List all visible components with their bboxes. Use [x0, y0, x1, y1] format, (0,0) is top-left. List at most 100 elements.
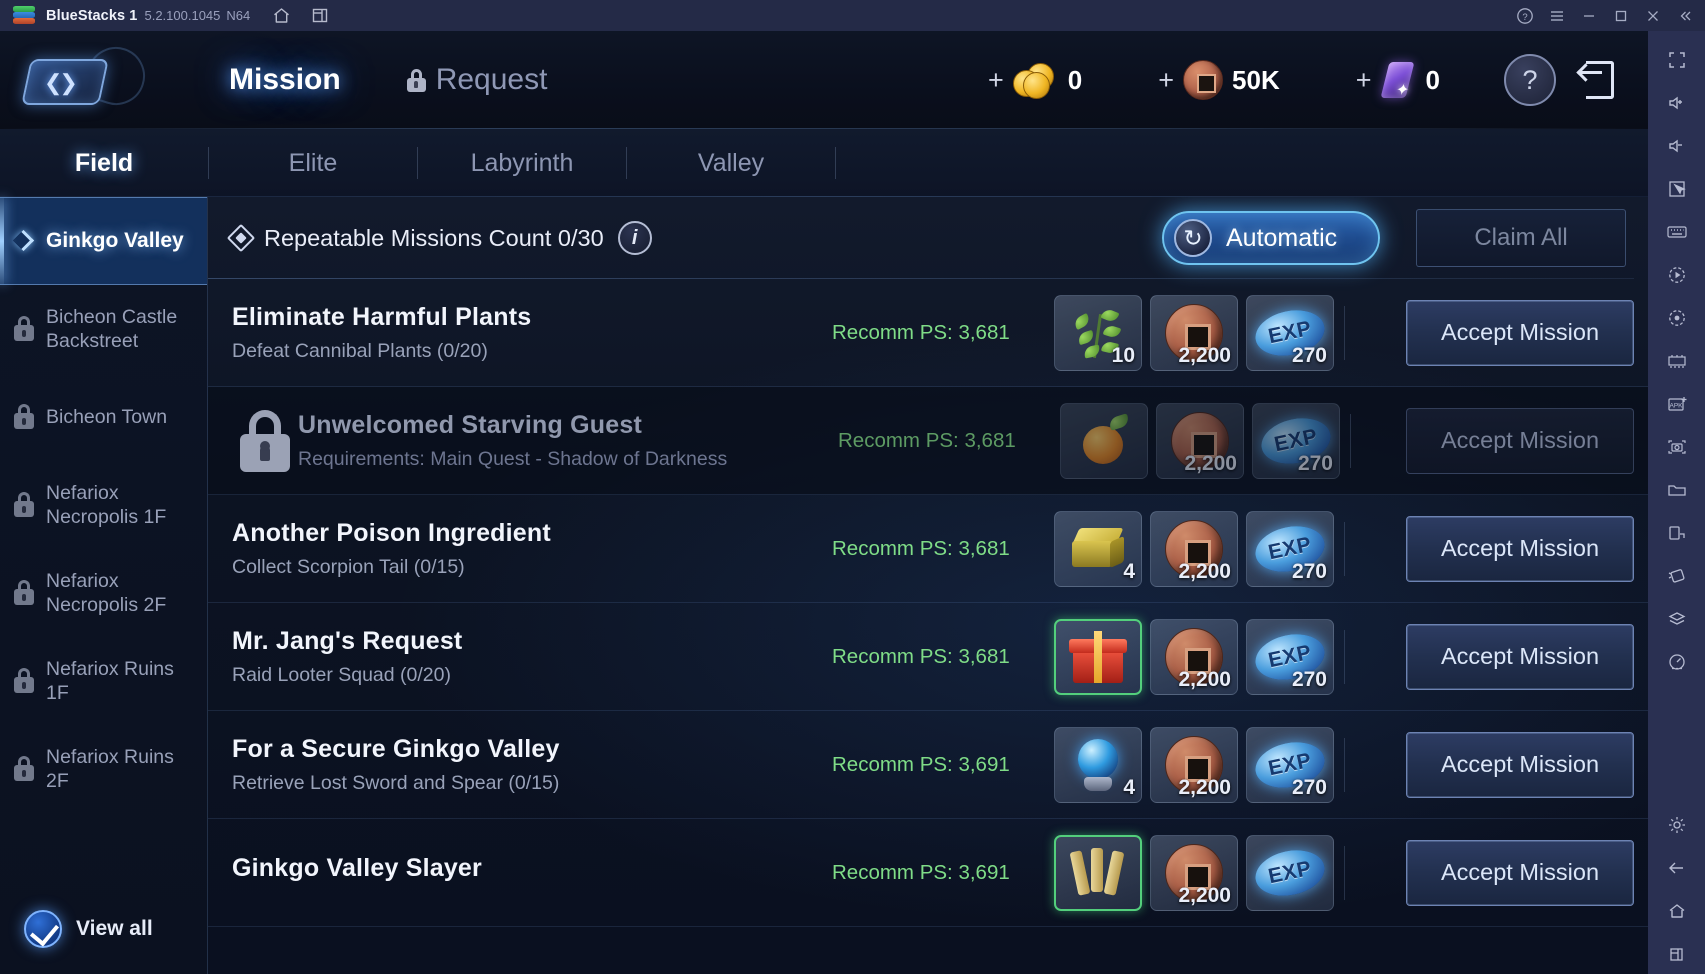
- subtab-labyrinth[interactable]: Labyrinth: [418, 149, 626, 178]
- reward-item[interactable]: 2,200: [1150, 834, 1238, 911]
- collapse-icon[interactable]: [1669, 0, 1701, 31]
- shake-icon[interactable]: [1657, 556, 1697, 596]
- mission-objective: Retrieve Lost Sword and Spear (0/15): [232, 771, 560, 794]
- rotate-screen-icon[interactable]: [1657, 513, 1697, 553]
- mission-rewards: 2,200 EXP 270: [1054, 618, 1334, 695]
- mission-title: Unwelcomed Starving Guest: [298, 410, 642, 439]
- layers-icon[interactable]: [1657, 599, 1697, 639]
- gauge-icon[interactable]: [1657, 642, 1697, 682]
- mission-row[interactable]: Ginkgo Valley Slayer Recomm PS: 3,691 2,…: [208, 819, 1648, 927]
- mission-list-header: Repeatable Missions Count 0/30 i ↻ Autom…: [208, 197, 1648, 279]
- mission-info: Unwelcomed Starving Guest Requirements: …: [298, 411, 838, 471]
- sidebar-item-bicheon-castle-backstreet[interactable]: Bicheon Castle Backstreet: [0, 285, 207, 373]
- reward-count: 10: [1111, 343, 1135, 367]
- tab-request[interactable]: Request: [393, 57, 562, 103]
- accept-mission-button[interactable]: Accept Mission: [1406, 515, 1634, 582]
- accept-mission-button[interactable]: Accept Mission: [1406, 731, 1634, 798]
- reward-item[interactable]: [1054, 834, 1142, 911]
- reward-item[interactable]: [1054, 618, 1142, 695]
- help-button-label: ?: [1522, 64, 1538, 95]
- reward-item[interactable]: EXP: [1246, 834, 1334, 911]
- home-icon[interactable]: [1657, 891, 1697, 931]
- currency-copper[interactable]: + 50K: [1158, 60, 1280, 100]
- info-icon[interactable]: i: [617, 221, 652, 255]
- reward-item[interactable]: EXP 270: [1246, 618, 1334, 695]
- reward-item[interactable]: 4: [1054, 510, 1142, 587]
- media-folder-icon[interactable]: [1657, 470, 1697, 510]
- screenshot-icon[interactable]: [1657, 427, 1697, 467]
- minimize-icon[interactable]: [1573, 0, 1605, 31]
- sidebar-item-ginkgo-valley[interactable]: Ginkgo Valley: [0, 197, 207, 285]
- mission-row[interactable]: Another Poison Ingredient Collect Scorpi…: [208, 495, 1648, 603]
- tab-mission[interactable]: Mission: [201, 57, 369, 103]
- close-icon[interactable]: [1637, 0, 1669, 31]
- reward-item[interactable]: 4: [1054, 726, 1142, 803]
- volume-down-icon[interactable]: [1657, 126, 1697, 166]
- keyboard-icon[interactable]: [1657, 212, 1697, 252]
- record-icon[interactable]: [1657, 298, 1697, 338]
- help-button[interactable]: ?: [1504, 54, 1556, 106]
- reward-item[interactable]: 10: [1054, 294, 1142, 371]
- reward-count: 4: [1123, 775, 1135, 799]
- mission-title: Another Poison Ingredient: [232, 518, 551, 547]
- view-all-toggle[interactable]: View all: [0, 884, 207, 974]
- sidebar-item-bicheon-town[interactable]: Bicheon Town: [0, 373, 207, 461]
- settings-icon[interactable]: [1657, 805, 1697, 845]
- subtab-valley[interactable]: Valley: [627, 149, 835, 178]
- home-icon[interactable]: [272, 6, 291, 25]
- reward-item[interactable]: [1060, 402, 1148, 479]
- back-icon[interactable]: [1657, 848, 1697, 888]
- check-icon[interactable]: [24, 910, 62, 948]
- sidebar-item-label: Nefariox Necropolis 2F: [46, 569, 167, 616]
- volume-up-icon[interactable]: [1657, 83, 1697, 123]
- accept-mission-button[interactable]: Accept Mission: [1406, 623, 1634, 690]
- reward-item[interactable]: EXP 270: [1246, 510, 1334, 587]
- reward-item[interactable]: 2,200: [1150, 726, 1238, 803]
- reward-item[interactable]: 2,200: [1150, 618, 1238, 695]
- help-icon[interactable]: ?: [1509, 0, 1541, 31]
- claim-all-button[interactable]: Claim All: [1416, 209, 1626, 267]
- recents-icon[interactable]: [1657, 934, 1697, 974]
- sidebar-item-nefariox-ruins-1f[interactable]: Nefariox Ruins 1F: [0, 637, 207, 725]
- subtab-field[interactable]: Field: [0, 124, 252, 202]
- main-tabs: Mission Request: [201, 57, 562, 103]
- lock-icon: [14, 492, 34, 518]
- mission-info: Eliminate Harmful Plants Defeat Cannibal…: [232, 303, 832, 363]
- accept-mission-button[interactable]: Accept Mission: [1406, 407, 1634, 474]
- fullscreen-icon[interactable]: [1657, 40, 1697, 80]
- accept-mission-button[interactable]: Accept Mission: [1406, 839, 1634, 906]
- mission-row[interactable]: Unwelcomed Starving Guest Requirements: …: [208, 387, 1648, 495]
- repeatable-count-label: Repeatable Missions Count 0/30: [264, 224, 604, 251]
- macro-play-icon[interactable]: [1657, 255, 1697, 295]
- sidebar-item-nefariox-necropolis-2f[interactable]: Nefariox Necropolis 2F: [0, 549, 207, 637]
- lock-icon: [240, 409, 290, 472]
- reward-item[interactable]: EXP 270: [1246, 726, 1334, 803]
- reward-item[interactable]: EXP 270: [1246, 294, 1334, 371]
- reward-count: 2,200: [1178, 883, 1231, 907]
- title-bar: BlueStacks 1 5.2.100.1045 N64 ?: [0, 0, 1705, 31]
- automatic-button[interactable]: ↻ Automatic: [1162, 211, 1380, 265]
- tab-request-label: Request: [435, 63, 548, 96]
- sidebar-item-nefariox-necropolis-1f[interactable]: Nefariox Necropolis 1F: [0, 461, 207, 549]
- install-apk-icon[interactable]: APK: [1657, 384, 1697, 424]
- exit-door-icon[interactable]: [1574, 53, 1626, 107]
- multi-instance-icon[interactable]: [1657, 341, 1697, 381]
- menu-icon[interactable]: [1541, 0, 1573, 31]
- pointer-icon[interactable]: [1657, 169, 1697, 209]
- currency-gold[interactable]: + 0: [988, 63, 1082, 99]
- reward-item[interactable]: EXP 270: [1252, 402, 1340, 479]
- currency-crystal[interactable]: + ✦ 0: [1356, 60, 1440, 100]
- reward-item[interactable]: 2,200: [1150, 294, 1238, 371]
- accept-mission-button[interactable]: Accept Mission: [1406, 299, 1634, 366]
- sidebar-item-nefariox-ruins-2f[interactable]: Nefariox Ruins 2F: [0, 725, 207, 813]
- mission-row[interactable]: Eliminate Harmful Plants Defeat Cannibal…: [208, 279, 1648, 387]
- multi-instance-icon[interactable]: [311, 6, 330, 25]
- mission-row[interactable]: Mr. Jang's Request Raid Looter Squad (0/…: [208, 603, 1648, 711]
- maximize-icon[interactable]: [1605, 0, 1637, 31]
- reward-item[interactable]: 2,200: [1150, 510, 1238, 587]
- mission-objective: Requirements: Main Quest - Shadow of Dar…: [298, 447, 728, 470]
- subtab-elite[interactable]: Elite: [209, 149, 417, 178]
- reward-item[interactable]: 2,200: [1156, 402, 1244, 479]
- mission-row[interactable]: For a Secure Ginkgo Valley Retrieve Lost…: [208, 711, 1648, 819]
- currency-bar: + 0 + 50K + ✦ 0: [912, 60, 1440, 100]
